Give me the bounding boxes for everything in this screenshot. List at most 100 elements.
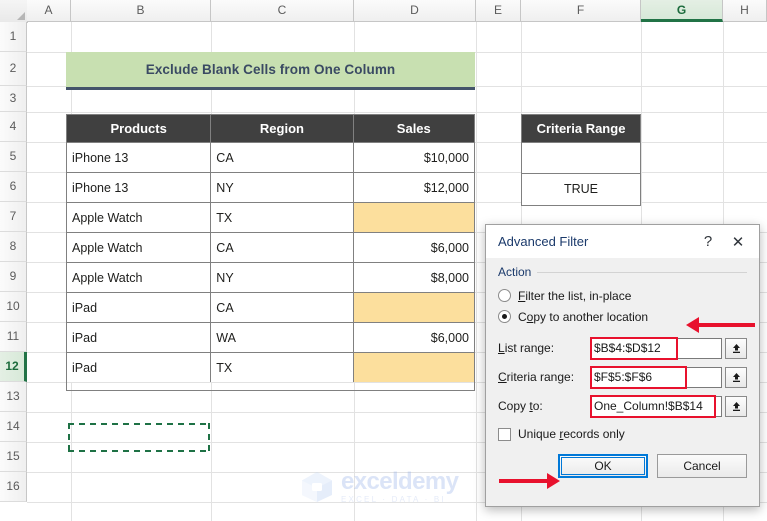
collapse-dialog-icon[interactable]: [725, 337, 747, 359]
row-header-6[interactable]: 6: [0, 172, 27, 202]
row-header-11[interactable]: 11: [0, 322, 27, 352]
arrow-shaft: [699, 323, 755, 327]
criteria-range-header: Criteria Range: [522, 115, 640, 142]
ok-button[interactable]: OK: [558, 454, 648, 478]
radio-button-icon[interactable]: [498, 289, 511, 302]
cell-region[interactable]: NY: [211, 262, 354, 292]
copy-to-input[interactable]: One_Column!$B$14: [590, 395, 722, 417]
cell-product[interactable]: iPhone 13: [67, 142, 212, 172]
exceldemy-watermark: exceldemy EXCEL · DATA · BI: [300, 470, 459, 504]
collapse-dialog-icon[interactable]: [725, 395, 747, 417]
annotation-arrow-copy-to-location: [686, 317, 755, 333]
row-header-14[interactable]: 14: [0, 412, 27, 442]
list-range-row: List range: $B$4:$D$12: [498, 336, 747, 360]
criteria-range-label: Criteria range:: [498, 370, 575, 384]
cell-product[interactable]: iPad: [67, 322, 212, 352]
list-range-input[interactable]: $B$4:$D$12: [590, 337, 722, 359]
column-header-D[interactable]: D: [354, 0, 476, 22]
cell-product[interactable]: iPad: [67, 352, 212, 382]
column-header-H[interactable]: H: [723, 0, 767, 22]
action-group-label-text: Action: [498, 265, 532, 279]
row-header-2[interactable]: 2: [0, 52, 27, 86]
table-column-header-region: Region: [211, 115, 354, 142]
column-header-E[interactable]: E: [476, 0, 521, 22]
radio-filter-in-place[interactable]: Filter the list, in-place: [498, 285, 747, 306]
sheet-title-text: Exclude Blank Cells from One Column: [145, 62, 396, 77]
unique-records-checkbox-row[interactable]: Unique records only: [498, 427, 747, 441]
row-header-7[interactable]: 7: [0, 202, 27, 232]
row-header-8[interactable]: 8: [0, 232, 27, 262]
row-header-1[interactable]: 1: [0, 22, 27, 52]
cell-product[interactable]: Apple Watch: [67, 232, 212, 262]
cell-product[interactable]: Apple Watch: [67, 202, 212, 232]
cell-sales[interactable]: [353, 292, 474, 322]
table-row[interactable]: Apple Watch TX: [67, 202, 474, 232]
arrow-shaft: [499, 479, 547, 483]
watermark-tagline: EXCEL · DATA · BI: [341, 495, 446, 504]
annotation-arrow-ok-button: [499, 473, 560, 489]
criteria-range-cell-1[interactable]: [522, 142, 640, 173]
range-fields: List range: $B$4:$D$12 Criteria range: $…: [498, 336, 747, 418]
cell-region[interactable]: WA: [211, 322, 354, 352]
table-row[interactable]: Apple Watch CA $6,000: [67, 232, 474, 262]
cell-sales[interactable]: $12,000: [353, 172, 474, 202]
table-column-header-sales: Sales: [353, 115, 474, 142]
cell-sales[interactable]: $6,000: [353, 322, 474, 352]
cell-sales[interactable]: $6,000: [353, 232, 474, 262]
grid-line-horizontal: [27, 112, 767, 113]
table-row[interactable]: Apple Watch NY $8,000: [67, 262, 474, 292]
cell-product[interactable]: iPad: [67, 292, 212, 322]
column-header-C[interactable]: C: [211, 0, 354, 22]
close-icon[interactable]: ✕: [723, 229, 753, 254]
row-header-16[interactable]: 16: [0, 472, 27, 502]
data-table: Products Region Sales iPhone 13 CA $10,000 iPh…: [66, 114, 475, 391]
cell-sales[interactable]: [353, 352, 474, 382]
criteria-range-input[interactable]: $F$5:$F$6: [590, 366, 722, 388]
cell-sales[interactable]: $10,000: [353, 142, 474, 172]
row-header-13[interactable]: 13: [0, 382, 27, 412]
cell-product[interactable]: Apple Watch: [67, 262, 212, 292]
table-row[interactable]: iPad TX: [67, 352, 474, 382]
column-header-G[interactable]: G: [641, 0, 723, 22]
advanced-filter-dialog: Advanced Filter ? ✕ Action Filter the li…: [485, 224, 760, 507]
criteria-range-cell-2[interactable]: TRUE: [522, 173, 640, 204]
exceldemy-logo-icon: [302, 472, 332, 502]
row-header-15[interactable]: 15: [0, 442, 27, 472]
help-icon[interactable]: ?: [693, 229, 723, 254]
collapse-dialog-icon[interactable]: [725, 366, 747, 388]
table-row[interactable]: iPhone 13 CA $10,000: [67, 142, 474, 172]
table-header-row: Products Region Sales: [67, 115, 474, 142]
criteria-range-row: Criteria range: $F$5:$F$6: [498, 365, 747, 389]
table-row[interactable]: iPhone 13 NY $12,000: [67, 172, 474, 202]
cell-region[interactable]: NY: [211, 172, 354, 202]
column-header-A[interactable]: A: [27, 0, 71, 22]
column-header-B[interactable]: B: [71, 0, 211, 22]
checkbox-icon[interactable]: [498, 427, 511, 441]
row-header-3[interactable]: 3: [0, 86, 27, 112]
radio-button-icon[interactable]: [498, 310, 511, 323]
row-header-10[interactable]: 10: [0, 292, 27, 322]
group-divider-line: [537, 271, 747, 273]
row-header-4[interactable]: 4: [0, 112, 27, 142]
cell-region[interactable]: TX: [211, 352, 354, 382]
row-header-9[interactable]: 9: [0, 262, 27, 292]
cell-region[interactable]: TX: [211, 202, 354, 232]
table-row[interactable]: iPad WA $6,000: [67, 322, 474, 352]
row-header-12[interactable]: 12: [0, 352, 27, 382]
cell-sales[interactable]: $8,000: [353, 262, 474, 292]
action-group-label: Action: [498, 265, 747, 279]
radio-copy-to-another-location-label: Copy to another location: [518, 309, 649, 324]
grid-line-vertical: [476, 22, 477, 521]
cancel-button[interactable]: Cancel: [657, 454, 747, 478]
cell-sales[interactable]: [353, 202, 474, 232]
table-row[interactable]: iPad CA: [67, 292, 474, 322]
cell-product[interactable]: iPhone 13: [67, 172, 212, 202]
select-all-corner[interactable]: [0, 0, 28, 23]
cell-region[interactable]: CA: [211, 232, 354, 262]
row-header-5[interactable]: 5: [0, 142, 27, 172]
cell-region[interactable]: CA: [211, 142, 354, 172]
cell-region[interactable]: CA: [211, 292, 354, 322]
column-header-F[interactable]: F: [521, 0, 641, 22]
unique-records-label: Unique records only: [518, 427, 625, 441]
arrow-head: [547, 473, 560, 489]
